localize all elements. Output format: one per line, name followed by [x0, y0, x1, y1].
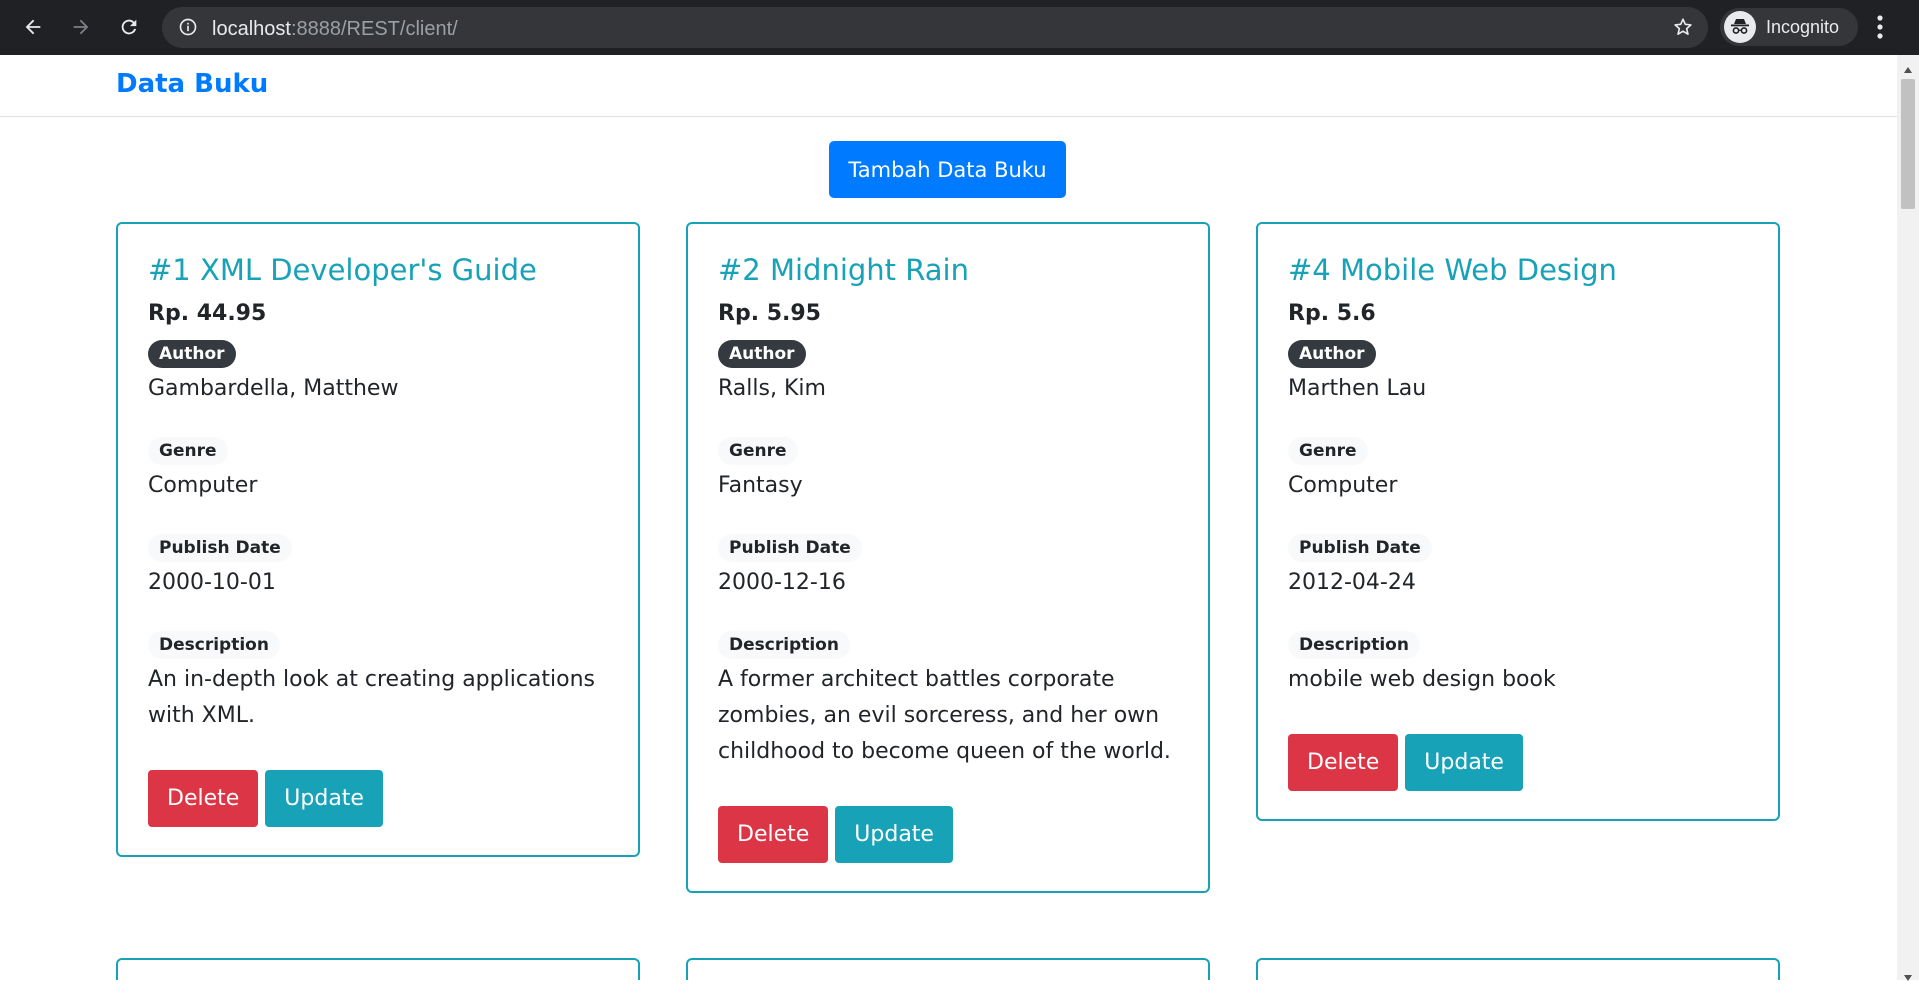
publish-date-field: Publish Date 2000-12-16 [718, 534, 1179, 601]
avatar [1724, 11, 1756, 43]
add-book-button[interactable]: Tambah Data Buku [829, 141, 1066, 198]
navbar: Data Buku [0, 55, 1897, 117]
genre-badge: Genre [1288, 437, 1368, 465]
book-card: #2 Midnight Rain Rp. 5.95 Author Ralls, … [686, 222, 1210, 893]
description-value: mobile web design book [1288, 667, 1556, 692]
publish-date-field: Publish Date 2000-10-01 [148, 534, 609, 601]
more-vert-icon [1877, 15, 1883, 39]
url-host: localhost [212, 18, 291, 40]
book-card-partial [116, 958, 640, 980]
description-field: Description A former architect battles c… [718, 631, 1179, 770]
genre-badge: Genre [718, 437, 798, 465]
forward-button[interactable] [64, 10, 98, 44]
book-title: #1 XML Developer's Guide [148, 253, 537, 287]
publish-date-value: 2012-04-24 [1288, 570, 1416, 595]
browser-menu-button[interactable] [1876, 14, 1884, 44]
vertical-scrollbar[interactable] [1897, 55, 1919, 981]
card-actions: Delete Update [718, 806, 1179, 863]
publish-date-field: Publish Date 2012-04-24 [1288, 534, 1749, 601]
genre-field: Genre Computer [1288, 437, 1749, 504]
info-icon [179, 18, 197, 36]
reload-icon [121, 19, 137, 35]
description-badge: Description [148, 631, 280, 659]
update-button[interactable]: Update [1405, 734, 1523, 791]
genre-badge: Genre [148, 437, 228, 465]
genre-field: Genre Fantasy [718, 437, 1179, 504]
book-card-partial [1256, 958, 1780, 980]
card-actions: Delete Update [148, 770, 609, 827]
scroll-down-arrow-icon[interactable] [1903, 967, 1913, 986]
description-value: A former architect battles corporate zom… [718, 667, 1171, 764]
description-badge: Description [718, 631, 850, 659]
author-field: Author Ralls, Kim [718, 340, 1179, 407]
address-bar[interactable]: localhost:8888/REST/client/ [162, 7, 1708, 48]
publish-date-value: 2000-12-16 [718, 570, 846, 595]
genre-field: Genre Computer [148, 437, 609, 504]
publish-date-badge: Publish Date [1288, 534, 1432, 562]
star-icon [1674, 18, 1692, 35]
publish-date-value: 2000-10-01 [148, 570, 276, 595]
book-title: #2 Midnight Rain [718, 253, 969, 287]
book-price: Rp. 5.95 [718, 301, 821, 326]
delete-button[interactable]: Delete [718, 806, 829, 863]
profile-button[interactable]: Incognito [1720, 8, 1858, 46]
browser-toolbar: localhost:8888/REST/client/ Incognito [0, 0, 1919, 55]
scrollbar-thumb[interactable] [1901, 79, 1915, 209]
page-content: Data Buku Tambah Data Buku #1 XML Develo… [0, 55, 1897, 980]
book-card-partial [686, 958, 1210, 980]
update-button[interactable]: Update [835, 806, 953, 863]
site-info-button[interactable] [178, 17, 198, 41]
update-button[interactable]: Update [265, 770, 383, 827]
description-field: Description mobile web design book [1288, 631, 1749, 698]
card-actions: Delete Update [1288, 734, 1749, 791]
author-badge: Author [148, 340, 236, 368]
genre-value: Computer [1288, 473, 1398, 498]
delete-button[interactable]: Delete [148, 770, 259, 827]
incognito-icon [1731, 19, 1749, 34]
url-path: :8888/REST/client/ [290, 18, 458, 40]
back-arrow-icon [25, 19, 41, 35]
url-text[interactable]: localhost:8888/REST/client/ [212, 18, 458, 41]
book-price: Rp. 5.6 [1288, 301, 1376, 326]
author-badge: Author [718, 340, 806, 368]
reload-button[interactable] [112, 10, 146, 44]
forward-arrow-icon [73, 19, 89, 35]
author-value: Marthen Lau [1288, 376, 1427, 401]
author-field: Author Marthen Lau [1288, 340, 1749, 407]
author-value: Ralls, Kim [718, 376, 826, 401]
book-card: #1 XML Developer's Guide Rp. 44.95 Autho… [116, 222, 640, 857]
scroll-up-arrow-icon[interactable] [1903, 59, 1913, 78]
delete-button[interactable]: Delete [1288, 734, 1399, 791]
profile-label: Incognito [1766, 17, 1840, 37]
author-value: Gambardella, Matthew [148, 376, 399, 401]
publish-date-badge: Publish Date [148, 534, 292, 562]
book-price: Rp. 44.95 [148, 301, 267, 326]
description-badge: Description [1288, 631, 1420, 659]
publish-date-badge: Publish Date [718, 534, 862, 562]
genre-value: Computer [148, 473, 258, 498]
bookmark-button[interactable] [1672, 16, 1694, 42]
genre-value: Fantasy [718, 473, 803, 498]
author-field: Author Gambardella, Matthew [148, 340, 609, 407]
book-title: #4 Mobile Web Design [1288, 253, 1617, 287]
back-button[interactable] [16, 10, 50, 44]
author-badge: Author [1288, 340, 1376, 368]
description-value: An in-depth look at creating application… [148, 667, 596, 728]
description-field: Description An in-depth look at creating… [148, 631, 609, 734]
navbar-brand[interactable]: Data Buku [116, 69, 268, 99]
book-card: #4 Mobile Web Design Rp. 5.6 Author Mart… [1256, 222, 1780, 821]
